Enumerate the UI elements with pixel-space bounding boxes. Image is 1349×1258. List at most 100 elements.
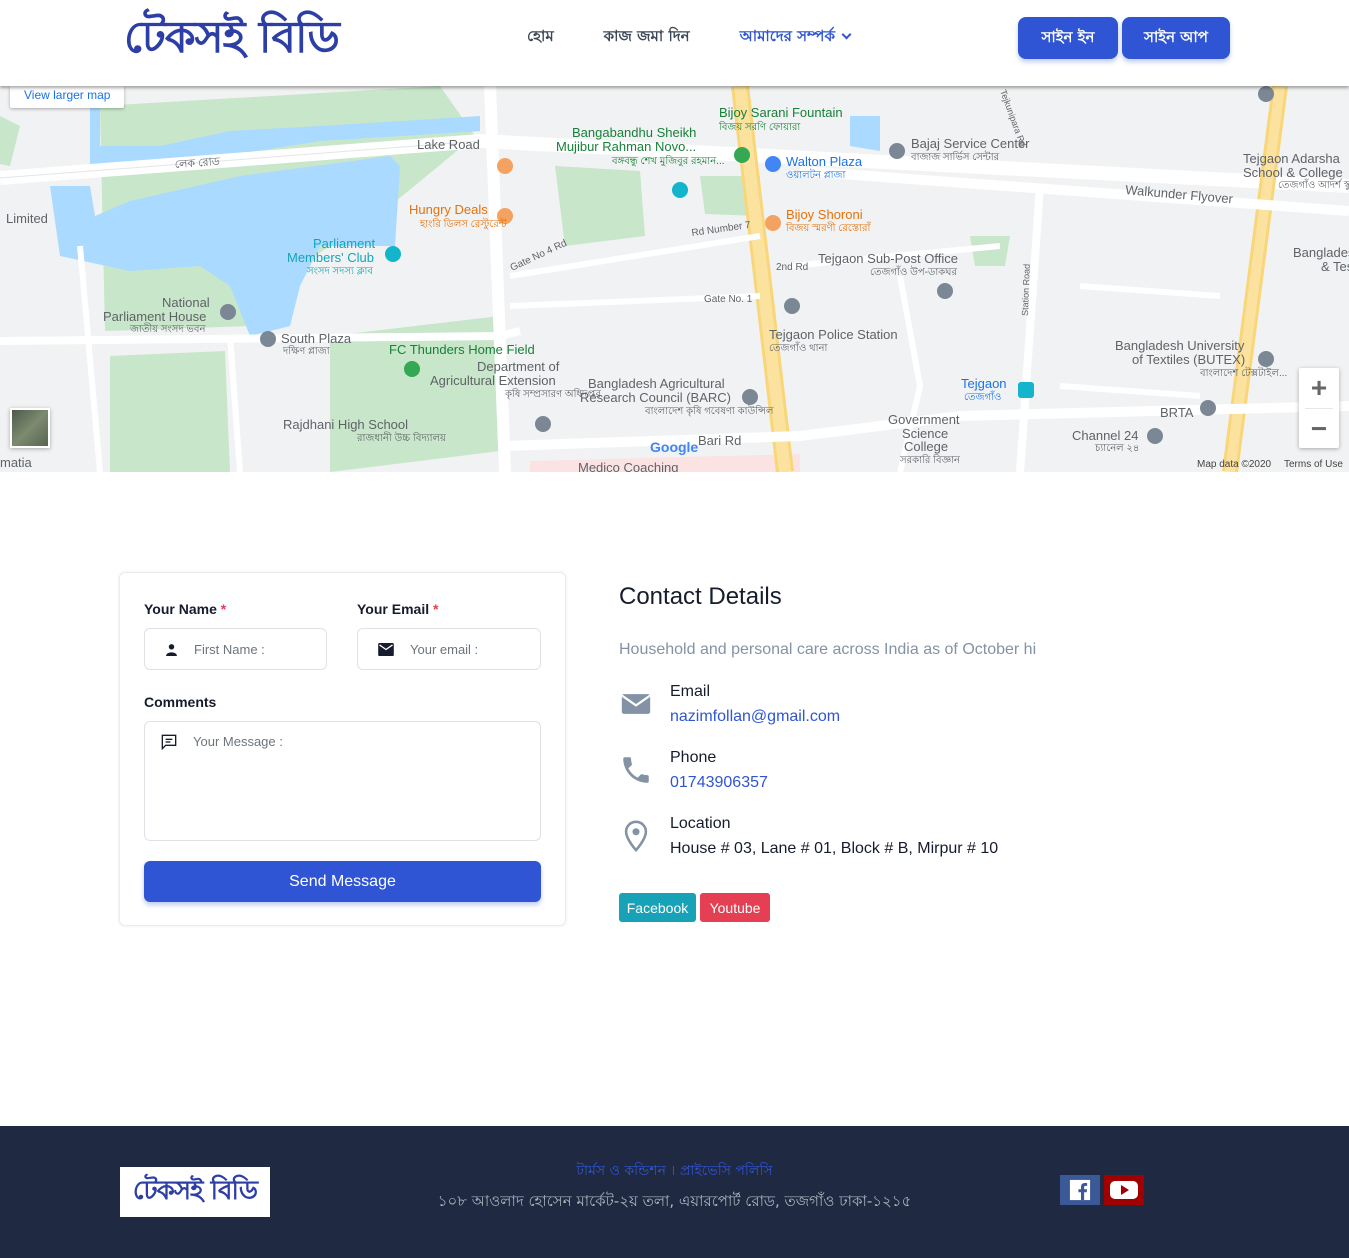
- send-message-button[interactable]: Send Message: [144, 861, 541, 902]
- map-label: Station Road: [1020, 264, 1032, 316]
- footer-youtube-link[interactable]: [1104, 1175, 1144, 1205]
- message-placeholder: Your Message :: [193, 734, 283, 749]
- map-label: হাংরি ডিলস রেস্টুরেন্ট: [419, 217, 507, 230]
- map-label: South Plaza: [281, 331, 352, 346]
- map-label: Government: [888, 412, 960, 427]
- email-heading: Email: [670, 683, 711, 700]
- location-heading: Location: [670, 815, 731, 832]
- map-label: জাতীয় সংসদ ভবন: [129, 322, 206, 335]
- phone-heading: Phone: [670, 749, 717, 766]
- zoom-in-button[interactable]: +: [1299, 368, 1339, 408]
- email-label-text: Your Email: [357, 601, 430, 617]
- map-label: Limited: [6, 211, 48, 226]
- map-label: Tejgaon Adarsha: [1243, 151, 1341, 166]
- map-label: Bari Rd: [698, 433, 741, 448]
- satellite-toggle[interactable]: [10, 408, 50, 448]
- nav-submit-work[interactable]: কাজ জমা দিন: [604, 26, 690, 46]
- view-larger-map-link[interactable]: View larger map: [10, 86, 125, 108]
- footer-address: ১০৮ আওলাদ হোসেন মার্কেট-২য় তলা, এয়ারপো…: [437, 1192, 912, 1210]
- map-label: চ্যানেল ২৪: [1094, 443, 1139, 454]
- map-label: matia: [0, 455, 33, 470]
- contact-details-title: Contact Details: [619, 583, 782, 610]
- name-placeholder: First Name :: [194, 641, 265, 657]
- envelope-icon: [621, 694, 651, 714]
- contact-description: Household and personal care across India…: [619, 641, 1037, 658]
- map-label: বাংলাদেশ টেক্সটাইল...: [1199, 366, 1287, 379]
- user-icon: [166, 643, 177, 656]
- email-label: Your Email *: [357, 601, 438, 617]
- map-label: School & College: [1243, 165, 1343, 180]
- map-label: Rajdhani High School: [283, 417, 408, 432]
- phone-link[interactable]: 01743906357: [670, 774, 768, 792]
- map-label: বিজয় সরণি ফোয়ারা: [718, 121, 801, 133]
- signup-button[interactable]: সাইন আপ: [1122, 17, 1230, 59]
- map-label: Bijoy Sarani Fountain: [719, 105, 843, 120]
- map-label: & Test: [1321, 259, 1349, 274]
- map-label: Tejgaon Sub-Post Office: [818, 251, 958, 266]
- map-label: দক্ষিণ প্লাজা: [282, 345, 331, 357]
- zoom-out-button[interactable]: −: [1299, 409, 1339, 449]
- site-logo[interactable]: টেকসই বিডি: [124, 8, 340, 68]
- site-header: টেকসই বিডি হোম কাজ জমা দিন আমাদের সম্পর্…: [0, 0, 1349, 86]
- footer-links[interactable]: টার্মস ও কন্ডিশন । প্রাইভেসি পলিসি: [0, 1159, 1349, 1183]
- required-mark: *: [432, 601, 439, 617]
- map-label: BRTA: [1160, 405, 1194, 420]
- comments-label: Comments: [144, 694, 217, 710]
- map-label: বিজয় স্মরণী রেস্তোরাঁ: [785, 221, 871, 234]
- map-label: তেজগাঁও উপ-ডাকঘর: [870, 265, 957, 278]
- terms-of-use-link[interactable]: Terms of Use: [1284, 459, 1343, 470]
- map-label: তেজগাঁও আদর্শ স্কুল এন্ড কলেজ: [1278, 178, 1349, 191]
- map-label: National: [162, 295, 210, 310]
- map-label: Parliament: [313, 236, 376, 251]
- location-value: House # 03, Lane # 01, Block # B, Mirpur…: [670, 840, 999, 857]
- map-label: Bangladesh Agricultural: [588, 376, 725, 391]
- nav-home[interactable]: হোম: [527, 26, 554, 46]
- embedded-map[interactable]: Lake Road লেক রোড Bijoy Sarani Fountain …: [0, 86, 1349, 472]
- site-footer: টেকসই বিডি টার্মস ও কন্ডিশন । প্রাইভেসি …: [0, 1126, 1349, 1258]
- map-label: Members' Club: [287, 250, 374, 265]
- required-mark: *: [220, 601, 227, 617]
- footer-facebook-link[interactable]: [1060, 1175, 1100, 1205]
- map-canvas[interactable]: Lake Road লেক রোড Bijoy Sarani Fountain …: [0, 86, 1349, 472]
- message-icon: [161, 734, 177, 750]
- map-label: তেজগাঁও: [964, 390, 1001, 403]
- map-label: সরকারি বিজ্ঞান: [899, 454, 961, 466]
- nav-about-dropdown[interactable]: আমাদের সম্পর্ক: [740, 26, 852, 46]
- map-label: Medico Coaching: [578, 460, 678, 472]
- map-label: বাংলাদেশ কৃষি গবেষণা কাউন্সিল: [644, 404, 774, 417]
- map-label: Walton Plaza: [786, 154, 863, 169]
- youtube-icon: [1110, 1181, 1138, 1199]
- map-label: Bangladesh: [1293, 245, 1349, 260]
- google-logo: Google: [650, 439, 698, 455]
- signin-button[interactable]: সাইন ইন: [1018, 17, 1118, 59]
- message-textarea[interactable]: Your Message :: [144, 721, 541, 841]
- email-input[interactable]: Your email :: [357, 628, 541, 670]
- zoom-controls: + −: [1299, 368, 1339, 448]
- map-label: Bijoy Shoroni: [786, 207, 863, 222]
- map-label: Research Council (BARC): [580, 390, 731, 405]
- map-label: Bangabandhu Sheikh: [572, 125, 696, 140]
- name-label-text: Your Name: [144, 601, 217, 617]
- phone-icon: [623, 757, 649, 783]
- map-label: Mujibur Rahman Novo...: [556, 139, 696, 154]
- map-label: Gate No. 1: [704, 294, 753, 305]
- map-label: Channel 24: [1072, 428, 1139, 443]
- facebook-button[interactable]: Facebook: [619, 893, 696, 922]
- map-label: Lake Road: [417, 137, 480, 152]
- map-label: সংসদ সদস্য ক্লাব: [306, 266, 373, 277]
- name-input[interactable]: First Name :: [144, 628, 327, 670]
- mail-icon: [378, 642, 394, 656]
- main-nav: হোম কাজ জমা দিন আমাদের সম্পর্ক: [527, 26, 900, 46]
- youtube-button[interactable]: Youtube: [700, 893, 770, 922]
- map-label: Agricultural Extension: [430, 373, 556, 388]
- map-label: College: [904, 439, 948, 454]
- map-label: Bangladesh University: [1115, 338, 1245, 353]
- map-label: FC Thunders Home Field: [389, 342, 535, 357]
- email-link[interactable]: nazimfollan@gmail.com: [670, 708, 840, 726]
- map-label: Parliament House: [103, 309, 206, 324]
- name-label: Your Name *: [144, 601, 226, 617]
- map-label: বঙ্গবন্ধু শেখ মুজিবুর রহমান...: [611, 155, 725, 167]
- map-label: 2nd Rd: [776, 262, 808, 273]
- map-label: বাজাজ সার্ভিস সেন্টার: [910, 151, 1000, 163]
- map-label: রাজধানী উচ্চ বিদ্যালয়: [356, 431, 447, 444]
